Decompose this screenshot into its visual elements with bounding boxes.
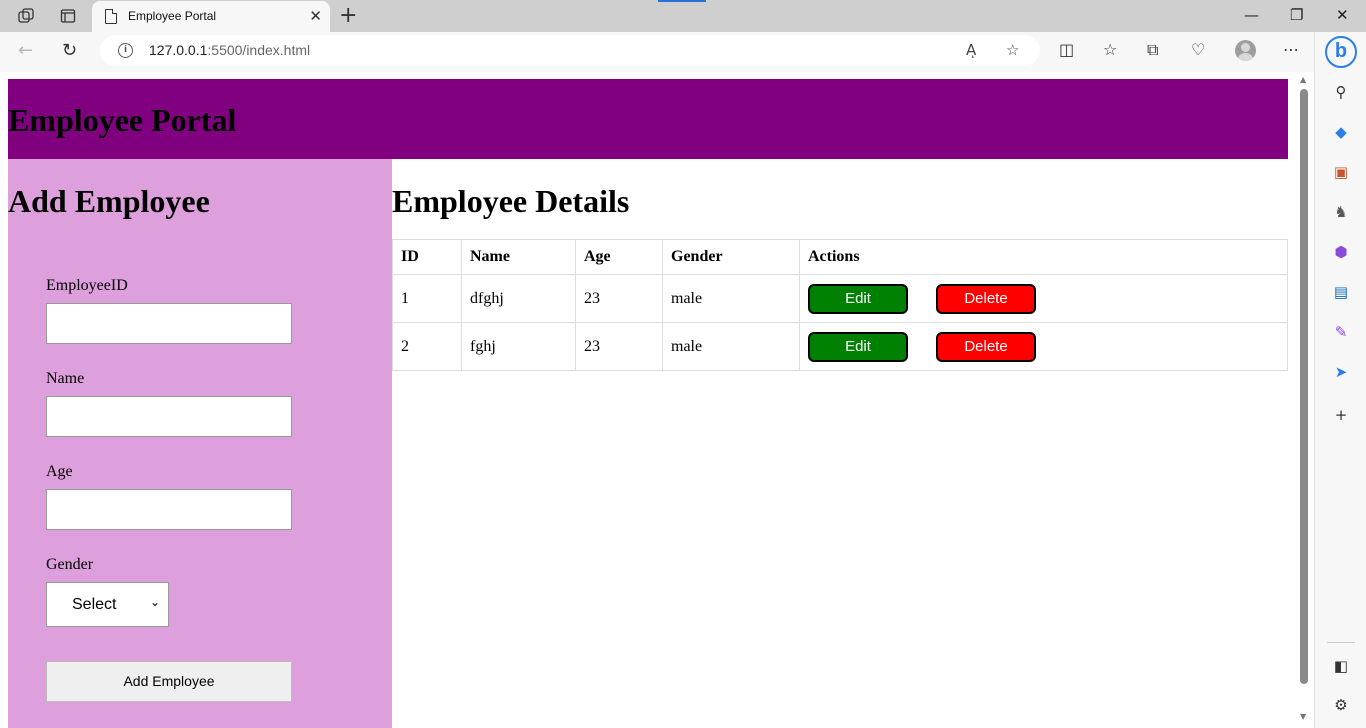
site-title: Employee Portal <box>8 102 237 138</box>
url-text[interactable]: 127.0.0.1:5500/index.html <box>149 42 310 58</box>
site-header: Employee Portal <box>8 79 1288 159</box>
collections-icon[interactable]: ⧉ <box>1147 40 1158 60</box>
delete-button[interactable]: Delete <box>936 331 1036 362</box>
window-close-icon[interactable]: ✕ <box>1336 6 1349 24</box>
page-favicon-icon <box>105 9 117 24</box>
column-header-actions: Actions <box>799 239 1288 275</box>
table-row: 1 dfghj 23 male Edit Delete <box>392 274 1288 323</box>
add-employee-panel: Add Employee EmployeeID Name Age Gender … <box>8 159 392 728</box>
name-input[interactable] <box>46 396 292 437</box>
scrollbar-thumb[interactable] <box>1300 89 1308 684</box>
employee-details-heading: Employee Details <box>392 183 630 219</box>
shopping-tag-icon[interactable]: ◆ <box>1331 122 1351 142</box>
cell-name: dfghj <box>461 274 576 323</box>
employee-id-input[interactable] <box>46 303 292 344</box>
bing-chat-icon[interactable]: b <box>1325 36 1357 68</box>
cell-actions: Edit Delete <box>799 274 1288 323</box>
games-icon[interactable]: ♞ <box>1331 202 1351 222</box>
tab-strip: Employee Portal ✕ + — ❐ ✕ <box>0 0 1366 32</box>
cell-actions: Edit Delete <box>799 322 1288 371</box>
gender-select[interactable]: Select ⌄ <box>46 582 169 627</box>
edit-button[interactable]: Edit <box>808 331 908 362</box>
page-scrollbar[interactable]: ▲ ▼ <box>1296 72 1314 728</box>
refresh-icon[interactable]: ↻ <box>62 40 77 61</box>
chevron-down-icon: ⌄ <box>149 595 160 609</box>
close-tab-icon[interactable]: ✕ <box>309 7 322 25</box>
performance-icon[interactable]: ♡ <box>1191 40 1205 59</box>
employee-id-label: EmployeeID <box>46 277 128 294</box>
outlook-icon[interactable]: ▤ <box>1331 282 1351 302</box>
name-label: Name <box>46 370 85 387</box>
add-sidebar-app-icon[interactable]: + <box>1331 405 1351 425</box>
tab-actions-icon[interactable] <box>58 6 78 26</box>
favorite-star-icon[interactable]: ☆ <box>1006 41 1019 59</box>
column-header-gender: Gender <box>662 239 800 275</box>
age-input[interactable] <box>46 489 292 530</box>
cell-name: fghj <box>461 322 576 371</box>
hide-sidebar-icon[interactable]: ◧ <box>1331 656 1351 676</box>
tools-briefcase-icon[interactable]: ▣ <box>1331 162 1351 182</box>
cell-id: 2 <box>392 322 462 371</box>
sidebar-settings-icon[interactable]: ⚙ <box>1331 695 1351 715</box>
split-screen-icon[interactable]: ◫ <box>1059 40 1074 59</box>
scroll-up-arrow-icon[interactable]: ▲ <box>1300 75 1306 84</box>
minimize-icon[interactable]: — <box>1244 6 1259 24</box>
workspaces-icon[interactable] <box>16 6 36 26</box>
drop-send-icon[interactable]: ➤ <box>1331 362 1351 382</box>
cell-gender: male <box>662 322 800 371</box>
add-employee-button[interactable]: Add Employee <box>46 661 292 702</box>
microsoft-365-icon[interactable]: ⬢ <box>1331 242 1351 262</box>
tab-title: Employee Portal <box>128 9 217 23</box>
edge-sidebar: b ⚲ ◆ ▣ ♞ ⬢ ▤ ✎ ➤ + ◧ ⚙ <box>1314 32 1366 728</box>
scroll-down-arrow-icon[interactable]: ▼ <box>1300 712 1306 721</box>
page-viewport: Employee Portal Add Employee EmployeeID … <box>0 72 1296 728</box>
add-employee-heading: Add Employee <box>8 183 210 219</box>
sidebar-divider <box>1327 642 1355 643</box>
read-aloud-icon[interactable]: Aͅ <box>966 41 976 59</box>
edit-button[interactable]: Edit <box>808 283 908 314</box>
search-icon[interactable]: ⚲ <box>1331 82 1351 102</box>
gender-selected-value: Select <box>72 596 117 613</box>
delete-button[interactable]: Delete <box>936 283 1036 314</box>
favorites-icon[interactable]: ☆ <box>1103 40 1117 59</box>
cell-age: 23 <box>575 274 663 323</box>
designer-icon[interactable]: ✎ <box>1331 322 1351 342</box>
column-header-name: Name <box>461 239 576 275</box>
browser-tab-active[interactable]: Employee Portal ✕ <box>92 1 330 32</box>
tab-drag-indicator <box>658 0 706 2</box>
cell-id: 1 <box>392 274 462 323</box>
column-header-id: ID <box>392 239 462 275</box>
restore-icon[interactable]: ❐ <box>1290 6 1303 24</box>
column-header-age: Age <box>575 239 663 275</box>
table-row: 2 fghj 23 male Edit Delete <box>392 322 1288 371</box>
profile-avatar[interactable] <box>1235 40 1256 61</box>
gender-label: Gender <box>46 556 94 573</box>
cell-age: 23 <box>575 322 663 371</box>
table-header-row: ID Name Age Gender Actions <box>392 239 1288 275</box>
cell-gender: male <box>662 274 800 323</box>
more-menu-icon[interactable]: ⋯ <box>1283 40 1299 59</box>
address-bar[interactable]: i 127.0.0.1:5500/index.html Aͅ ☆ <box>100 35 1040 66</box>
back-icon[interactable]: ← <box>18 40 33 61</box>
new-tab-icon[interactable]: + <box>339 3 357 28</box>
site-info-icon[interactable]: i <box>118 43 133 58</box>
age-label: Age <box>46 463 73 480</box>
employee-table: ID Name Age Gender Actions 1 dfghj 23 ma… <box>392 239 1288 371</box>
